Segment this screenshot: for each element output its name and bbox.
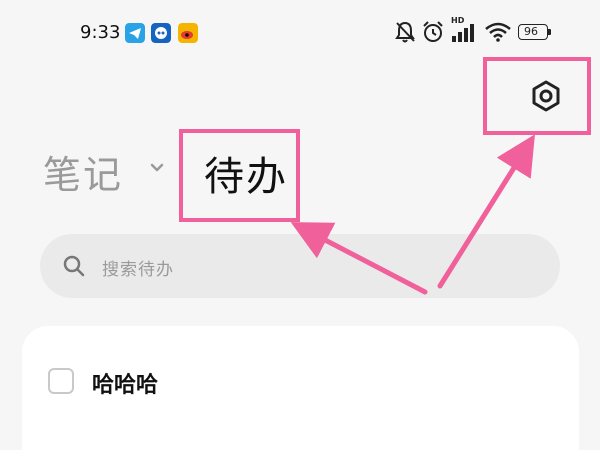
battery-level: 96 [524, 25, 538, 38]
robot-app-icon [151, 23, 171, 43]
alarm-icon [423, 21, 443, 42]
todo-list: 哈哈哈 [22, 326, 579, 450]
status-bar: 9:33 HD 96 [0, 0, 600, 60]
mute-bell-icon [395, 21, 415, 43]
battery-icon: 96 [518, 24, 552, 42]
chevron-down-icon[interactable] [150, 163, 164, 173]
status-time: 9:33 [80, 22, 121, 43]
search-icon [63, 255, 85, 277]
tab-notes[interactable]: 笔记 [43, 144, 123, 199]
search-input[interactable]: 搜索待办 [40, 234, 560, 298]
highlight-box-settings [483, 57, 591, 135]
todo-checkbox[interactable] [48, 368, 74, 394]
telegram-icon [125, 23, 145, 43]
highlight-box-todo-tab [179, 129, 300, 222]
todo-text: 哈哈哈 [92, 373, 159, 398]
wifi-icon [485, 22, 511, 42]
search-placeholder: 搜索待办 [102, 260, 174, 280]
weibo-icon [178, 23, 198, 43]
signal-bars-icon [452, 24, 474, 42]
